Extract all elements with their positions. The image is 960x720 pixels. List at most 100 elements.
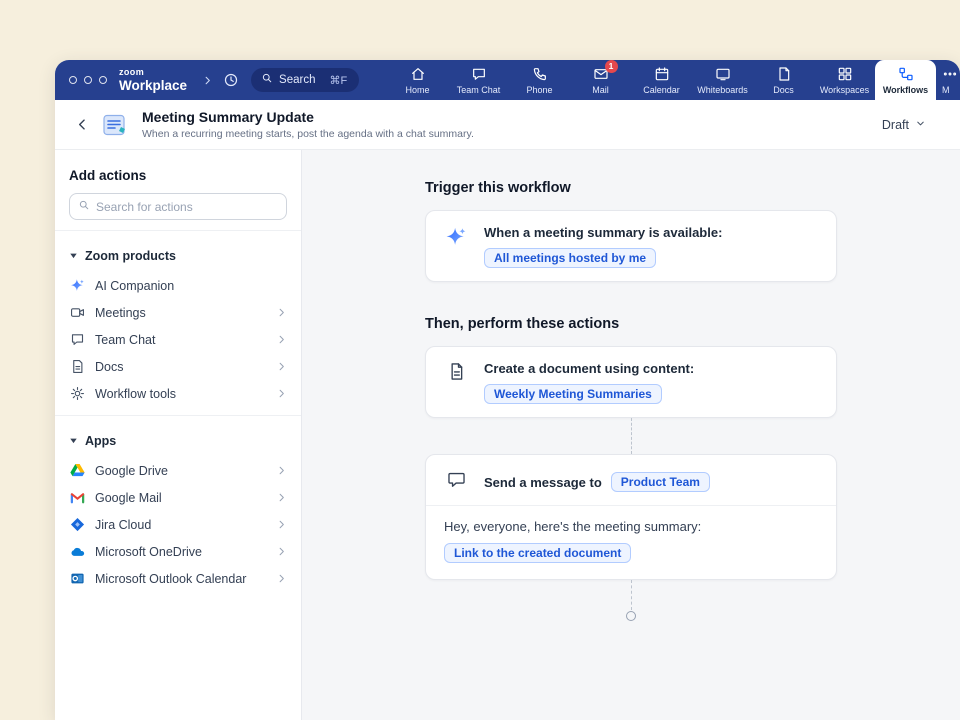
chevron-right-icon xyxy=(276,388,287,399)
chevron-right-icon xyxy=(276,546,287,557)
section-apps[interactable]: Apps xyxy=(55,424,301,457)
workflows-icon xyxy=(898,66,914,82)
mail-unread-badge: 1 xyxy=(605,60,618,73)
message-recipient-pill[interactable]: Product Team xyxy=(611,472,710,492)
ai-sparkle-icon xyxy=(69,278,85,294)
chevron-right-icon xyxy=(276,307,287,318)
global-search-button[interactable]: Search ⌘F xyxy=(251,68,359,92)
window-controls[interactable] xyxy=(69,76,107,84)
caret-down-icon xyxy=(69,432,78,450)
chevron-down-icon xyxy=(915,116,926,134)
outlook-calendar-icon xyxy=(69,571,85,587)
window-close-button[interactable] xyxy=(69,76,77,84)
chevron-right-icon xyxy=(276,519,287,530)
divider xyxy=(55,415,301,416)
workflow-title: Meeting Summary Update xyxy=(142,109,474,125)
sidebar-item-jira-cloud[interactable]: Jira Cloud xyxy=(55,511,301,538)
window-maximize-button[interactable] xyxy=(99,76,107,84)
phone-icon xyxy=(532,66,548,82)
top-navigation-bar: zoom Workplace Search ⌘F Home xyxy=(55,60,960,100)
chevron-right-icon xyxy=(276,573,287,584)
ai-sparkle-icon xyxy=(444,225,468,248)
trigger-scope-pill[interactable]: All meetings hosted by me xyxy=(484,248,656,268)
sidebar-item-microsoft-onedrive[interactable]: Microsoft OneDrive xyxy=(55,538,301,565)
primary-nav-tabs: Home Team Chat Phone 1 Mail xyxy=(387,60,960,100)
home-icon xyxy=(410,66,426,82)
jira-icon xyxy=(69,517,85,533)
flow-connector xyxy=(425,418,837,454)
divider xyxy=(55,230,301,231)
chat-bubble-icon xyxy=(69,332,85,348)
sidebar-item-microsoft-outlook-calendar[interactable]: Microsoft Outlook Calendar xyxy=(55,565,301,592)
nav-item-whiteboards[interactable]: Whiteboards xyxy=(692,60,753,100)
nav-item-phone[interactable]: Phone xyxy=(509,60,570,100)
app-window: zoom Workplace Search ⌘F Home xyxy=(55,60,960,720)
search-icon xyxy=(261,71,273,89)
search-shortcut: ⌘F xyxy=(329,74,347,87)
trigger-card[interactable]: When a meeting summary is available: All… xyxy=(425,210,837,282)
actions-heading: Then, perform these actions xyxy=(425,316,837,332)
nav-item-more-partial[interactable]: M xyxy=(936,60,960,100)
more-icon xyxy=(942,66,958,82)
workflow-summary-icon xyxy=(102,113,130,137)
search-icon xyxy=(78,198,90,216)
trigger-title: When a meeting summary is available: xyxy=(484,225,722,240)
flow-connector-end xyxy=(425,580,837,621)
calendar-icon xyxy=(654,66,670,82)
action-card-send-message[interactable]: Send a message to Product Team Hey, ever… xyxy=(425,454,837,580)
nav-item-calendar[interactable]: Calendar xyxy=(631,60,692,100)
status-dropdown[interactable]: Draft xyxy=(874,111,934,139)
message-link-pill[interactable]: Link to the created document xyxy=(444,543,631,563)
workplace-logo-text: Workplace xyxy=(119,79,187,93)
document-icon xyxy=(69,359,85,375)
document-icon xyxy=(776,66,792,82)
sidebar-item-ai-companion[interactable]: AI Companion xyxy=(55,272,301,299)
actions-search-box xyxy=(69,193,287,220)
chat-bubble-icon xyxy=(471,66,487,82)
nav-item-workflows-active[interactable]: Workflows xyxy=(875,60,936,100)
message-body-text: Hey, everyone, here's the meeting summar… xyxy=(444,519,818,534)
search-label: Search xyxy=(279,74,315,86)
workflow-subtitle: When a recurring meeting starts, post th… xyxy=(142,128,474,140)
caret-down-icon xyxy=(69,247,78,265)
action-card-create-document[interactable]: Create a document using content: Weekly … xyxy=(425,346,837,418)
nav-item-team-chat[interactable]: Team Chat xyxy=(448,60,509,100)
video-camera-icon xyxy=(69,305,85,321)
collapse-chevron-icon[interactable] xyxy=(197,68,217,92)
dashed-line xyxy=(631,580,632,610)
document-icon xyxy=(444,361,468,381)
sidebar-item-google-mail[interactable]: Google Mail xyxy=(55,484,301,511)
sidebar-item-workflow-tools[interactable]: Workflow tools xyxy=(55,380,301,407)
chevron-right-icon xyxy=(276,465,287,476)
whiteboard-icon xyxy=(715,66,731,82)
sidebar-item-docs[interactable]: Docs xyxy=(55,353,301,380)
document-content-pill[interactable]: Weekly Meeting Summaries xyxy=(484,384,662,404)
chevron-right-icon xyxy=(276,334,287,345)
nav-item-home[interactable]: Home xyxy=(387,60,448,100)
gear-icon xyxy=(69,386,85,402)
actions-search-input[interactable] xyxy=(96,200,278,214)
sidebar-item-google-drive[interactable]: Google Drive xyxy=(55,457,301,484)
sidebar-item-meetings[interactable]: Meetings xyxy=(55,299,301,326)
workspaces-icon xyxy=(837,66,853,82)
onedrive-icon xyxy=(69,544,85,560)
workflow-title-block: Meeting Summary Update When a recurring … xyxy=(142,109,474,140)
nav-item-workspaces[interactable]: Workspaces xyxy=(814,60,875,100)
nav-item-docs[interactable]: Docs xyxy=(753,60,814,100)
mail-icon: 1 xyxy=(593,66,609,82)
nav-item-mail[interactable]: 1 Mail xyxy=(570,60,631,100)
window-minimize-button[interactable] xyxy=(84,76,92,84)
chevron-right-icon xyxy=(276,492,287,503)
action-message-title: Send a message to xyxy=(484,475,602,490)
back-button[interactable] xyxy=(75,117,90,132)
trigger-heading: Trigger this workflow xyxy=(425,180,837,196)
actions-sidebar: Add actions Zoom products AI Companion xyxy=(55,150,302,720)
add-step-node[interactable] xyxy=(626,611,636,621)
zoom-workplace-logo[interactable]: zoom Workplace xyxy=(119,68,187,93)
sidebar-item-team-chat[interactable]: Team Chat xyxy=(55,326,301,353)
gmail-icon xyxy=(69,490,85,506)
history-icon[interactable] xyxy=(221,68,241,92)
workflow-header: Meeting Summary Update When a recurring … xyxy=(55,100,960,150)
dashed-line xyxy=(631,418,632,454)
section-zoom-products[interactable]: Zoom products xyxy=(55,239,301,272)
